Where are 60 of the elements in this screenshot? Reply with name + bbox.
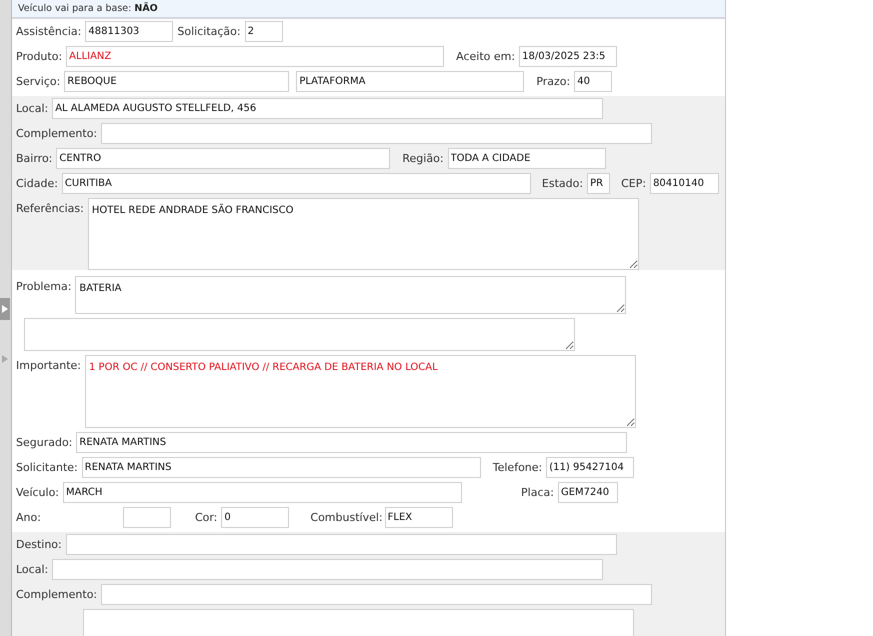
panel-toggle-handle[interactable]: [0, 298, 10, 320]
text-field[interactable]: ALLIANZ: [66, 46, 444, 67]
field-label: Segurado:: [16, 435, 72, 451]
text-field[interactable]: TODA A CIDADE: [448, 148, 606, 169]
text-field[interactable]: 18/03/2025 23:5: [519, 46, 618, 67]
text-field[interactable]: 48811303: [85, 21, 174, 42]
field-label: Região:: [402, 151, 444, 167]
text-field[interactable]: 2: [244, 21, 283, 42]
text-field[interactable]: [52, 559, 604, 580]
field-label: Serviço:: [16, 74, 60, 90]
text-field[interactable]: [101, 584, 652, 605]
text-area[interactable]: [24, 318, 575, 351]
field-label: Aceito em:: [456, 49, 516, 65]
field-label: Local:: [16, 562, 48, 578]
field-label: Ano:: [16, 510, 41, 526]
field-label: Problema:: [16, 279, 72, 295]
text-area[interactable]: BATERIA: [75, 276, 626, 314]
text-field[interactable]: PLATAFORMA: [296, 71, 524, 92]
text-field[interactable]: [101, 123, 652, 144]
field-label: Complemento:: [16, 587, 98, 603]
field-label: Assistência:: [16, 24, 82, 40]
text-field[interactable]: [66, 534, 617, 555]
text-field[interactable]: REBOQUE: [64, 71, 290, 92]
field-label: Local:: [16, 101, 48, 117]
field-label: Placa:: [521, 485, 554, 501]
field-label: Importante:: [16, 358, 82, 374]
text-field[interactable]: GEM7240: [558, 482, 618, 503]
text-field[interactable]: FLEX: [384, 507, 453, 528]
text-field[interactable]: PR: [587, 173, 610, 194]
field-label: Solicitação:: [177, 24, 241, 40]
field-label: Bairro:: [16, 151, 52, 167]
text-area[interactable]: HOTEL REDE ANDRADE SÃO FRANCISCO: [88, 198, 639, 270]
text-field[interactable]: 0: [221, 507, 290, 528]
text-field[interactable]: 40: [574, 71, 612, 92]
expand-arrow-icon[interactable]: [2, 355, 8, 363]
text-field[interactable]: RENATA MARTINS: [82, 457, 481, 478]
text-field[interactable]: [122, 507, 171, 528]
field-label: Solicitante:: [16, 460, 78, 476]
field-label: Telefone:: [492, 460, 542, 476]
field-label: Cidade:: [16, 176, 58, 192]
field-label: CEP:: [621, 176, 646, 192]
text-field[interactable]: MARCH: [63, 482, 462, 503]
field-label: Estado:: [542, 176, 584, 192]
field-label: Veículo:: [16, 485, 60, 501]
text-area[interactable]: 1 POR OC // CONSERTO PALIATIVO // RECARGA DE BATERIA NO LOCAL: [85, 355, 636, 428]
arrow-icon: [2, 305, 8, 313]
text-field[interactable]: CENTRO: [56, 148, 390, 169]
field-label: Complemento:: [16, 126, 98, 142]
text-field[interactable]: AL ALAMEDA AUGUSTO STELLFELD, 456: [52, 98, 604, 119]
field-label: Destino:: [16, 537, 62, 553]
text-field[interactable]: CURITIBA: [62, 173, 531, 194]
text-field[interactable]: 80410140: [650, 173, 720, 194]
banner-text: Veículo vai para a base: NÃO: [18, 3, 158, 14]
field-label: Produto:: [16, 49, 62, 65]
field-label: Referências:: [16, 201, 84, 217]
text-field[interactable]: (11) 95427104: [546, 457, 634, 478]
field-label: Combustível:: [310, 510, 383, 526]
text-field[interactable]: RENATA MARTINS: [76, 432, 628, 453]
field-label: Prazo:: [536, 74, 570, 90]
field-label: Cor:: [194, 510, 218, 526]
